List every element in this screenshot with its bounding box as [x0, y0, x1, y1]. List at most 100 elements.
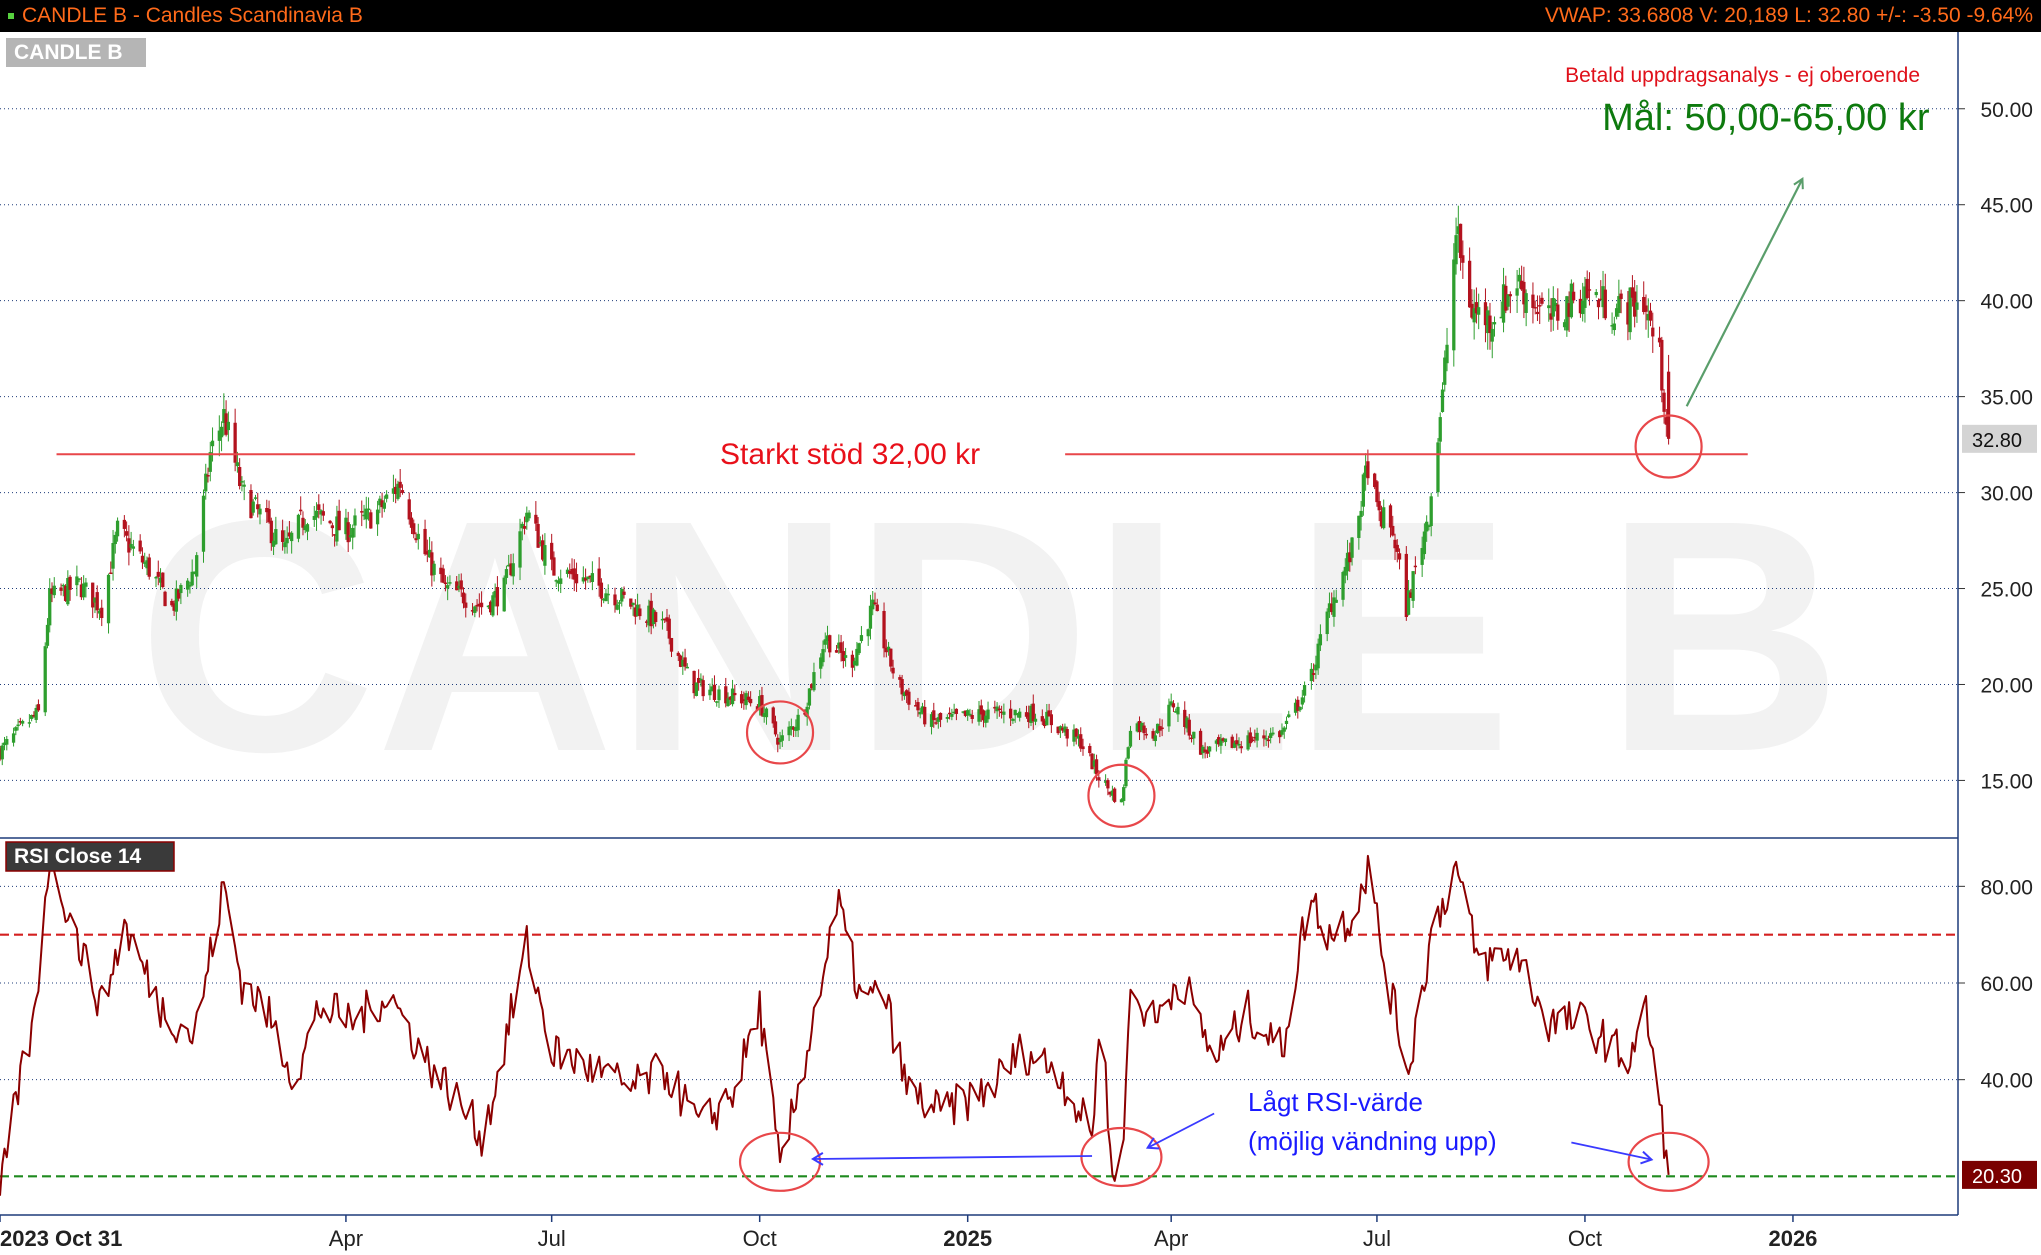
candle-body [1207, 746, 1212, 752]
candle-body [1128, 730, 1133, 747]
candle-body [1490, 328, 1494, 342]
candle-body [882, 610, 886, 649]
x-axis-label: Jul [538, 1226, 566, 1251]
candle-body [274, 529, 278, 545]
candle-body [16, 724, 20, 727]
rsi-legend-text: RSI Close 14 [14, 845, 142, 868]
candle-body [305, 524, 310, 532]
candle-body [536, 523, 540, 548]
candle-body [1074, 728, 1078, 737]
candle-body [1587, 289, 1592, 291]
candle-body [1603, 289, 1607, 319]
candle-body [317, 504, 321, 510]
candle-body [360, 511, 364, 513]
rsi-annotation-line-1: Lågt RSI-värde [1248, 1087, 1423, 1117]
candle-body [179, 585, 183, 594]
candle-body [891, 667, 895, 674]
candle-body [676, 652, 680, 656]
candle-body [667, 618, 671, 639]
candle-body [1334, 599, 1338, 603]
x-axis-label: Jul [1363, 1226, 1391, 1251]
last-rsi-tag: 20.30 [1972, 1166, 2022, 1188]
candle [43, 642, 47, 717]
candle-body [1391, 525, 1395, 536]
candle-body [1535, 311, 1540, 315]
x-axis-label: 2025 [943, 1226, 992, 1251]
candle [163, 590, 167, 607]
candle [296, 513, 301, 543]
candle [147, 553, 151, 580]
candle-body [1122, 787, 1126, 801]
candle-body [14, 727, 18, 731]
candle-body [613, 594, 617, 606]
candle [694, 682, 699, 697]
candle [161, 572, 165, 589]
candle-body [543, 545, 547, 566]
candle-body [251, 501, 255, 513]
candle-body [45, 624, 50, 646]
price-legend-text: CANDLE B [14, 41, 123, 64]
watermark-text: CANDLE B [138, 451, 1843, 820]
candle-body [1300, 697, 1304, 705]
candle-body [997, 708, 1001, 711]
candle-body [1492, 322, 1497, 325]
candle-body [1452, 259, 1456, 351]
candle-body [382, 502, 387, 509]
candle-body [504, 569, 509, 578]
candle-body [95, 592, 99, 611]
candle-body [1176, 706, 1180, 715]
candle-body [1377, 501, 1381, 511]
candle-body [1192, 731, 1196, 739]
candle-body [296, 514, 301, 539]
candle-body [1361, 474, 1366, 507]
candle-body [807, 688, 812, 706]
candle-body [84, 582, 88, 587]
candle-body [461, 592, 466, 604]
candle-body [1422, 531, 1427, 555]
price-axis-label: 40.00 [1980, 291, 2033, 314]
candle-body [715, 701, 719, 703]
candle-body [534, 514, 538, 524]
candle-body [986, 709, 990, 720]
candle-body [1357, 515, 1361, 538]
candle [1126, 746, 1130, 760]
candle-body [195, 555, 199, 577]
candle-body [68, 576, 72, 590]
candle-body [321, 511, 325, 516]
candle-body [240, 481, 244, 483]
candle-body [1031, 703, 1035, 722]
candle-body [407, 499, 411, 520]
candle-body [253, 497, 258, 499]
candle-body [527, 512, 531, 519]
candle-body [1325, 611, 1329, 635]
candle [369, 509, 373, 529]
candle-body [970, 714, 974, 719]
candle-body [400, 490, 405, 493]
candle-body [163, 591, 167, 607]
candle-body [210, 440, 215, 447]
candle-body [113, 534, 117, 545]
candle-body [238, 466, 242, 487]
candle-body [1009, 708, 1013, 719]
candle-body [615, 604, 619, 610]
candle-body [821, 649, 825, 663]
candle-body [1596, 300, 1601, 308]
candle-body [1011, 718, 1015, 721]
candle-body [242, 484, 246, 487]
candle-body [131, 546, 136, 549]
candle-body [1612, 323, 1616, 331]
candle-body [1569, 283, 1574, 318]
candle-body [1002, 711, 1006, 715]
candle-body [398, 481, 402, 488]
candle-body [889, 648, 893, 667]
candle-body [1318, 634, 1323, 646]
price-axis-label: 30.00 [1980, 483, 2033, 506]
candle-body [122, 519, 126, 529]
candle-body [1282, 727, 1286, 732]
candle [1113, 787, 1117, 804]
candle-body [1113, 788, 1117, 802]
candle-body [828, 635, 832, 653]
candle-body [1081, 746, 1085, 750]
candle-body [502, 577, 506, 612]
candle-body [701, 680, 705, 697]
